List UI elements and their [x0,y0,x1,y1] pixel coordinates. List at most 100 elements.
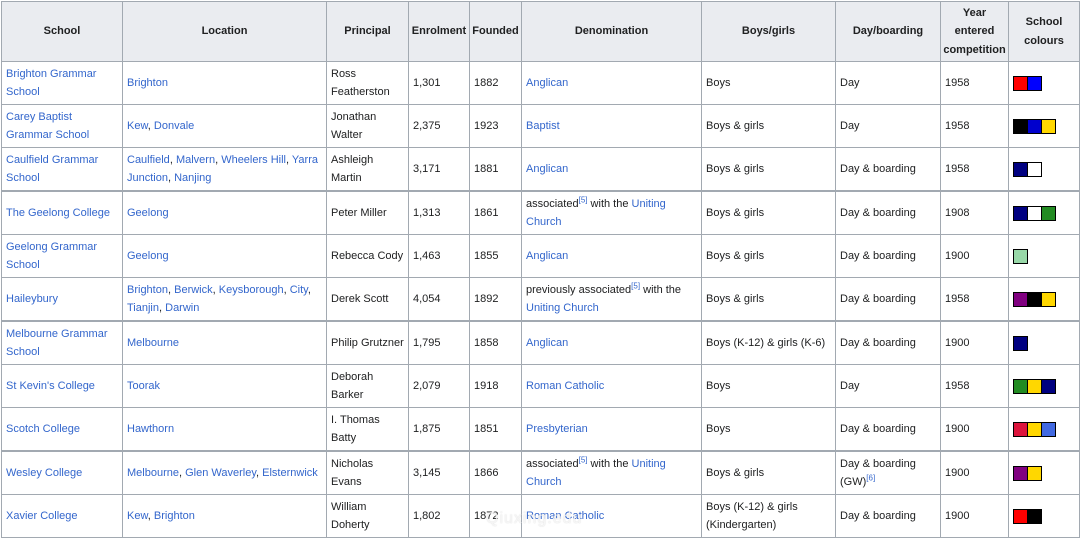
colour-swatch [1027,291,1042,307]
location-link[interactable]: Melbourne [127,467,179,479]
table-row: Haileybury Brighton, Berwick, Keysborough… [1,277,1080,322]
school-link[interactable]: Haileybury [6,293,58,305]
citation-link[interactable]: [5] [579,455,588,464]
citation-link[interactable]: [5] [631,281,640,290]
school-link[interactable]: Wesley College [6,467,82,479]
school-link[interactable]: Scotch College [6,423,80,435]
location-link[interactable]: City [290,284,308,296]
header-enrolment[interactable]: Enrolment [408,1,470,62]
colour-swatch [1013,291,1028,307]
colour-swatches [1013,248,1075,264]
colour-swatch [1013,335,1028,351]
school-link[interactable]: The Geelong College [6,207,110,219]
denomination-link[interactable]: Roman Catholic [526,510,604,522]
location-link[interactable]: Elsternwick [262,467,318,479]
colour-swatch [1041,118,1056,134]
location-link[interactable]: Darwin [165,302,199,314]
cell-enrolment: 1,301 [408,61,470,105]
citation-ref[interactable]: [5] [579,195,588,204]
location-link[interactable]: Hawthorn [127,423,174,435]
school-link[interactable]: Melbourne Grammar School [6,328,107,359]
cell-location: Geelong [122,234,327,278]
school-link[interactable]: Caulfield Grammar School [6,154,98,185]
boarding-text: Day & boarding (GW) [840,457,916,489]
cell-boys-girls: Boys & girls [701,277,836,322]
boarding-text: Day [840,379,860,392]
location-link[interactable]: Geelong [127,250,169,262]
header-school[interactable]: School [1,1,123,62]
cell-denomination: associated[5] with the Uniting Church [521,190,702,235]
location-link[interactable]: Kew [127,510,148,522]
boarding-text: Day & boarding [840,509,916,522]
location-link[interactable]: Melbourne [127,337,179,349]
school-link[interactable]: St Kevin's College [6,380,95,392]
boarding-text: Day [840,119,860,132]
colour-swatch [1041,291,1056,307]
denomination-link[interactable]: Presbyterian [526,423,588,435]
cell-year-entered: 1900 [940,234,1009,278]
location-link[interactable]: Kew [127,120,148,132]
location-link[interactable]: Brighton [127,77,168,89]
denomination-link[interactable]: Anglican [526,163,568,175]
location-link[interactable]: Tianjin [127,302,159,314]
location-link[interactable]: Wheelers Hill [221,154,286,166]
school-link[interactable]: Brighton Grammar School [6,68,96,99]
denomination-link[interactable]: Roman Catholic [526,380,604,392]
denomination-link[interactable]: Baptist [526,120,560,132]
cell-enrolment: 1,802 [408,494,470,538]
citation-link[interactable]: [6] [866,473,875,482]
header-denomination[interactable]: Denomination [521,1,702,62]
denomination-link[interactable]: Uniting Church [526,302,599,314]
cell-principal: William Doherty [326,494,409,538]
citation-ref[interactable]: [6] [866,473,875,482]
colour-swatches [1013,508,1075,524]
denomination-link[interactable]: Anglican [526,77,568,89]
school-link[interactable]: Geelong Grammar School [6,241,97,272]
header-school-colours[interactable]: School colours [1008,1,1080,62]
citation-link[interactable]: [5] [579,195,588,204]
location-link[interactable]: Brighton [154,510,195,522]
cell-enrolment: 1,875 [408,407,470,452]
header-boys-girls[interactable]: Boys/girls [701,1,836,62]
schools-table: School Location Principal Enrolment Foun… [1,1,1080,538]
cell-year-entered: 1958 [940,364,1009,408]
location-link[interactable]: Geelong [127,207,169,219]
cell-denomination: associated[5] with the Uniting Church [521,450,702,495]
location-link[interactable]: Nanjing [174,172,211,184]
citation-ref[interactable]: [5] [631,281,640,290]
header-principal[interactable]: Principal [326,1,409,62]
header-year-entered[interactable]: Year entered competition [940,1,1009,62]
cell-year-entered: 1900 [940,494,1009,538]
cell-principal: I. Thomas Batty [326,407,409,452]
cell-denomination: Anglican [521,320,702,365]
cell-day-boarding: Day & boarding (GW)[6] [835,450,941,495]
cell-principal: Jonathan Walter [326,104,409,148]
denomination-link[interactable]: Anglican [526,337,568,349]
location-link[interactable]: Donvale [154,120,194,132]
colour-swatch [1013,465,1028,481]
colour-swatches [1013,291,1075,307]
citation-ref[interactable]: [5] [579,455,588,464]
location-link[interactable]: Caulfield [127,154,170,166]
cell-boys-girls: Boys & girls [701,450,836,495]
cell-denomination: Baptist [521,104,702,148]
location-link[interactable]: Keysborough [219,284,284,296]
table-row: St Kevin's College Toorak Deborah Barker 2,… [1,364,1080,408]
denomination-link[interactable]: Anglican [526,250,568,262]
location-link[interactable]: Berwick [174,284,213,296]
cell-year-entered: 1958 [940,104,1009,148]
cell-year-entered: 1958 [940,61,1009,105]
cell-principal: Nicholas Evans [326,450,409,495]
location-link[interactable]: Glen Waverley [185,467,256,479]
location-link[interactable]: Malvern [176,154,215,166]
colour-swatch [1027,378,1042,394]
header-founded[interactable]: Founded [469,1,522,62]
school-link[interactable]: Carey Baptist Grammar School [6,111,89,142]
header-location[interactable]: Location [122,1,327,62]
location-link[interactable]: Toorak [127,380,160,392]
location-link[interactable]: Brighton [127,284,168,296]
table-row: Scotch College Hawthorn I. Thomas Batty 1,8… [1,407,1080,452]
school-link[interactable]: Xavier College [6,510,78,522]
boarding-text: Day [840,76,860,89]
header-day-boarding[interactable]: Day/boarding [835,1,941,62]
